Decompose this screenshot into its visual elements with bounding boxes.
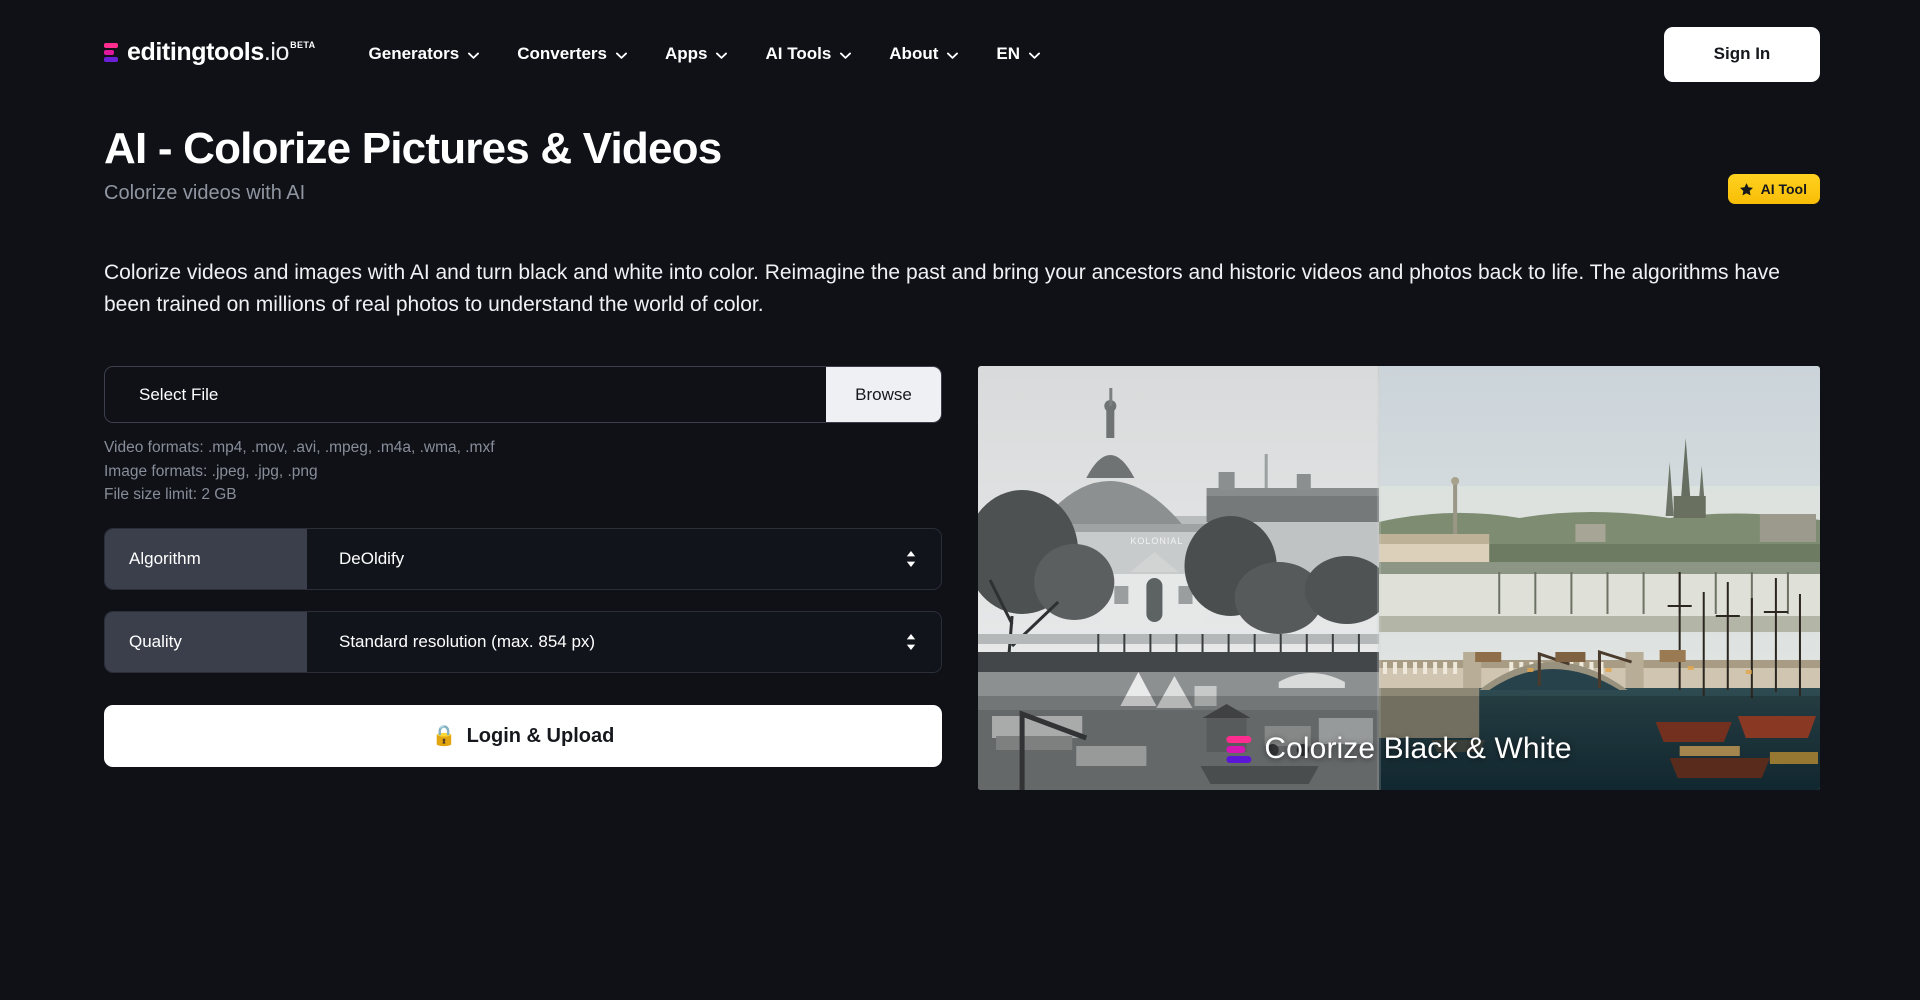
stacked-bars-logo-icon — [1226, 735, 1252, 763]
hero-title-block: AI - Colorize Pictures & Videos Colorize… — [104, 124, 722, 205]
preview-caption: Colorize Black & White — [1226, 732, 1572, 766]
page-title: AI - Colorize Pictures & Videos — [104, 124, 722, 173]
algorithm-row: Algorithm DeOldify — [104, 528, 942, 591]
file-picker[interactable]: Select File Browse — [104, 366, 942, 424]
upload-panel: Select File Browse Video formats: .mp4, … — [104, 366, 942, 768]
hero-description: Colorize videos and images with AI and t… — [104, 261, 1780, 317]
chevron-down-icon — [947, 52, 959, 59]
ai-tool-badge-label: AI Tool — [1760, 181, 1807, 197]
algorithm-label: Algorithm — [105, 529, 307, 590]
nav-item-label: About — [889, 44, 939, 63]
page-subtitle: Colorize videos with AI — [104, 182, 306, 205]
browse-button[interactable]: Browse — [826, 367, 941, 423]
preview-caption-label: Colorize Black & White — [1264, 732, 1572, 766]
quality-row: Quality Standard resolution (max. 854 px… — [104, 611, 942, 674]
hero-header: AI - Colorize Pictures & Videos Colorize… — [104, 124, 1820, 205]
select-arrows-icon — [905, 633, 917, 651]
algorithm-select[interactable]: DeOldify — [307, 529, 941, 590]
nav-item-label: EN — [996, 44, 1020, 63]
select-arrows-icon — [905, 550, 917, 568]
nav-item-label: Apps — [664, 44, 708, 63]
video-formats-note: Video formats: .mp4, .mov, .avi, .mpeg, … — [104, 439, 495, 457]
page-content: AI - Colorize Pictures & Videos Colorize… — [0, 108, 1920, 791]
brand-name-tld: .io — [263, 37, 290, 66]
brand-name-bold: editingtools — [127, 37, 264, 66]
star-icon — [1739, 182, 1754, 197]
nav-item-label: Generators — [368, 44, 460, 63]
nav-item-label: AI Tools — [765, 44, 832, 63]
chevron-down-icon — [1029, 52, 1040, 59]
nav-item-generators[interactable]: Generators — [367, 38, 482, 70]
chevron-down-icon — [716, 52, 728, 59]
sign-in-button[interactable]: Sign In — [1664, 26, 1820, 82]
preview-panel: KOLONIAL Colorize Black & White — [978, 366, 1820, 791]
file-size-note: File size limit: 2 GB — [104, 486, 237, 504]
quality-select[interactable]: Standard resolution (max. 854 px) — [307, 612, 941, 673]
lock-icon: 🔒 — [431, 725, 457, 748]
ai-tool-badge: AI Tool — [1727, 174, 1820, 204]
historic-cityscape-illustration: KOLONIAL — [978, 366, 1820, 791]
login-and-upload-button[interactable]: 🔒 Login & Upload — [104, 705, 942, 768]
top-navbar: editingtools.ioBETA Generators Converter… — [0, 0, 1920, 108]
select-file-label: Select File — [139, 384, 219, 404]
tool-columns: Select File Browse Video formats: .mp4, … — [104, 366, 1820, 791]
format-notes: Video formats: .mp4, .mov, .avi, .mpeg, … — [104, 436, 942, 507]
nav-item-language[interactable]: EN — [994, 38, 1042, 70]
nav-links: Generators Converters Apps AI Tools Abou — [367, 38, 1042, 70]
preview-image: KOLONIAL Colorize Black & White — [978, 366, 1820, 791]
brand-wordmark: editingtools.ioBETA — [127, 35, 315, 74]
chevron-down-icon — [468, 52, 480, 59]
algorithm-value: DeOldify — [339, 549, 405, 569]
nav-item-apps[interactable]: Apps — [663, 38, 730, 70]
brand-beta-tag: BETA — [290, 39, 316, 50]
image-formats-note: Image formats: .jpeg, .jpg, .png — [104, 462, 318, 480]
login-and-upload-label: Login & Upload — [466, 724, 615, 747]
quality-label: Quality — [105, 612, 307, 673]
quality-value: Standard resolution (max. 854 px) — [339, 632, 596, 652]
nav-item-label: Converters — [517, 44, 607, 63]
stacked-bars-logo-icon — [104, 42, 120, 64]
nav-item-about[interactable]: About — [887, 38, 960, 70]
nav-item-ai-tools[interactable]: AI Tools — [763, 38, 853, 70]
chevron-down-icon — [840, 52, 852, 59]
brand-logo[interactable]: editingtools.ioBETA — [104, 35, 315, 74]
nav-item-converters[interactable]: Converters — [515, 38, 629, 70]
svg-text:KOLONIAL: KOLONIAL — [1130, 536, 1183, 546]
chevron-down-icon — [615, 52, 627, 59]
